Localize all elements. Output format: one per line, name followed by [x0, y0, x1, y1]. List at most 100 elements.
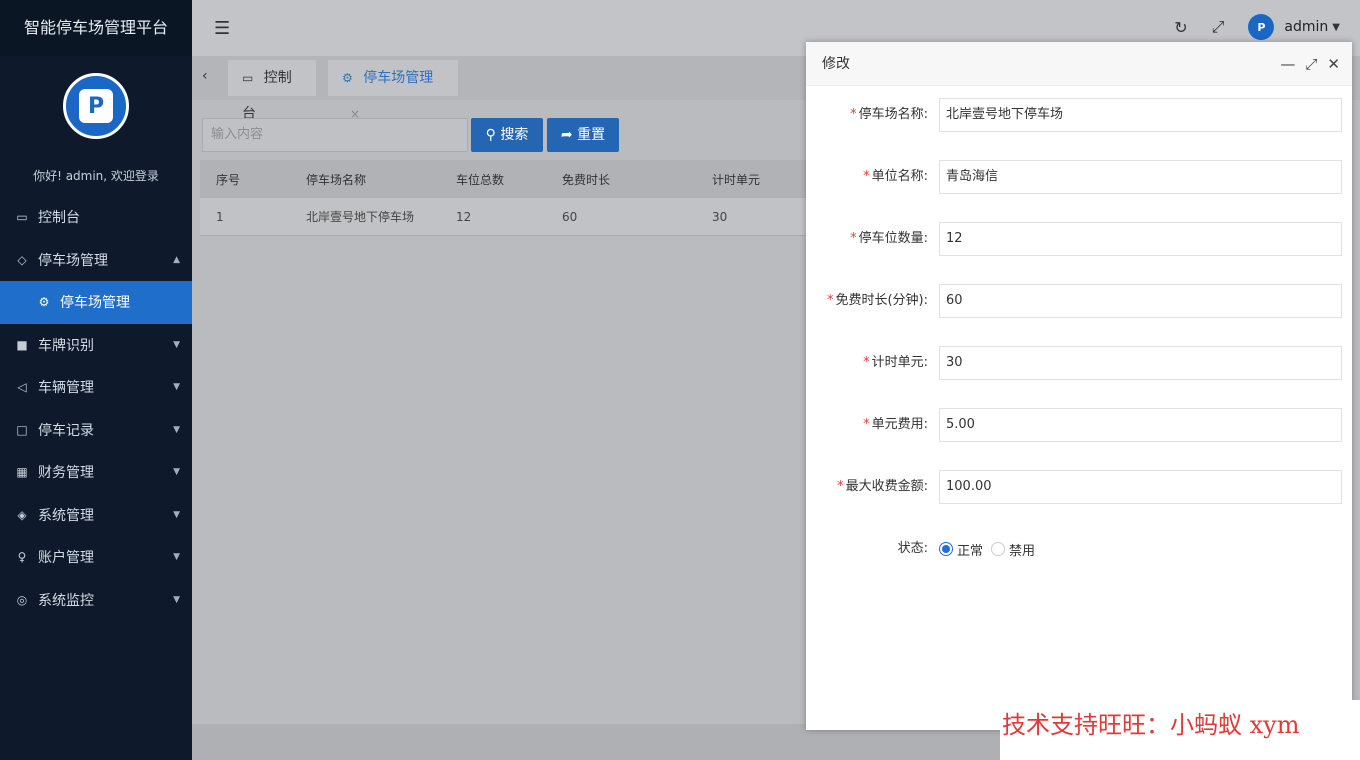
col-header[interactable]: 车位总数 [440, 171, 546, 188]
monitor-cam-icon: ◎ [16, 592, 28, 607]
status-radio-group: 正常 禁用 [939, 532, 1043, 566]
sidebar-item-dashboard[interactable]: ▭ 控制台 [0, 196, 192, 239]
field-label: * 计时单元: [863, 355, 928, 370]
modal-title: 修改 [822, 56, 850, 72]
fullscreen-icon[interactable]: ⤢ [1212, 17, 1225, 37]
topbar-right: ↻ ⤢ P admin ▼ [1174, 14, 1340, 40]
table-header: 序号 停车场名称 车位总数 免费时长 计时单元 [200, 160, 820, 198]
maximize-icon[interactable]: ⤢ [1305, 42, 1317, 86]
unit-fee-field[interactable]: 5.00 [939, 408, 1342, 442]
field-label: * 单元费用: [863, 417, 928, 432]
form-row-status: 状态: 正常 禁用 [806, 532, 1352, 566]
sidebar-item-label: 停车记录 [38, 422, 94, 439]
menu-toggle-icon[interactable]: ☰ [214, 18, 230, 39]
spaces-count-field[interactable]: 12 [939, 222, 1342, 256]
col-header[interactable]: 停车场名称 [290, 171, 440, 188]
col-header[interactable]: 计时单元 [696, 171, 820, 188]
reset-button[interactable]: ➦ 重置 [547, 118, 619, 152]
max-fee-field[interactable]: 100.00 [939, 470, 1342, 504]
edit-modal: 修改 — ⤢ ✕ * 停车场名称: 北岸壹号地下停车场 * 单位名称: 青岛海信 *… [806, 42, 1352, 730]
search-icon: ⚲ [485, 127, 496, 143]
table-row[interactable]: 1 北岸壹号地下停车场 12 60 30 [200, 198, 820, 236]
camera-icon: ■ [16, 337, 28, 352]
sidebar-item-label: 停车场管理 [60, 295, 130, 312]
sidebar-item-label: 财务管理 [38, 465, 94, 482]
table-cell: 12 [456, 209, 472, 224]
chevron-down-icon: ▼ [173, 382, 180, 393]
field-label: * 免费时长(分钟): [826, 293, 928, 308]
sidebar: 智能停车场管理平台 P 你好! admin, 欢迎登录 ▭ 控制台 ◇ 停车场管… [0, 0, 192, 760]
close-icon[interactable]: ✕ [1327, 42, 1340, 86]
form-row-spaces: * 停车位数量: 12 [806, 222, 1352, 256]
table-cell: 1 [216, 209, 224, 224]
sidebar-item-label: 控制台 [38, 210, 80, 227]
watermark-text: 技术支持旺旺：小蚂蚁 xym [1000, 700, 1360, 760]
sidebar-subitem-parking-lot[interactable]: ⚙ 停车场管理 [0, 281, 192, 324]
search-button-label: 搜索 [500, 127, 529, 143]
sidebar-item-label: 系统监控 [38, 592, 94, 609]
free-time-field[interactable]: 60 [939, 284, 1342, 318]
caret-down-icon[interactable]: ▼ [1332, 22, 1340, 33]
sidebar-item-label: 车辆管理 [38, 380, 94, 397]
radio-label[interactable]: 正常 [957, 540, 983, 559]
form-row-unit-fee: * 单元费用: 5.00 [806, 408, 1352, 442]
app-title: 智能停车场管理平台 [0, 0, 192, 56]
sidebar-item-plate-recognition[interactable]: ■ 车牌识别 ▼ [0, 324, 192, 367]
time-unit-field[interactable]: 30 [939, 346, 1342, 380]
sidebar-item-accounts[interactable]: ♀ 账户管理 ▼ [0, 536, 192, 579]
user-avatar[interactable]: P [1248, 14, 1275, 40]
avatar-wrap: P [0, 56, 192, 156]
tab-parking-lot[interactable]: ⚙ 停车场管理 × [328, 60, 458, 121]
sidebar-item-parking-records[interactable]: □ 停车记录 ▼ [0, 409, 192, 452]
modal-controls: — ⤢ ✕ [1270, 42, 1340, 86]
search-input[interactable]: 输入内容 [202, 118, 468, 152]
chevron-up-icon: ▲ [173, 254, 180, 265]
reset-button-label: 重置 [577, 127, 606, 143]
refresh-icon[interactable]: ↻ [1174, 18, 1187, 37]
chevron-left-icon[interactable]: ‹ [202, 68, 208, 84]
col-header[interactable]: 免费时长 [546, 171, 696, 188]
gear-icon: ⚙ [342, 71, 353, 85]
user-icon: ♀ [17, 550, 27, 565]
table-cell: 60 [562, 209, 578, 224]
form-row-time-unit: * 计时单元: 30 [806, 346, 1352, 380]
field-label: * 停车位数量: [850, 231, 928, 246]
field-label: * 停车场名称: [850, 107, 928, 122]
tab-label: 停车场管理 [363, 70, 434, 86]
monitor-icon: ▭ [242, 71, 254, 85]
field-label: * 单位名称: [863, 169, 928, 184]
parking-logo-icon: P [79, 89, 113, 123]
modal-header: 修改 — ⤢ ✕ [806, 42, 1352, 86]
chevron-down-icon: ▼ [173, 339, 180, 350]
chevron-down-icon: ▼ [173, 509, 180, 520]
search-button[interactable]: ⚲ 搜索 [471, 118, 543, 152]
sidebar-item-label: 系统管理 [38, 507, 94, 524]
status-disabled-radio[interactable] [991, 542, 1006, 556]
share-icon: ➦ [560, 127, 573, 143]
table-cell: 30 [712, 209, 728, 224]
file-icon: □ [16, 422, 28, 437]
sidebar-item-vehicles[interactable]: ◁ 车辆管理 ▼ [0, 366, 192, 409]
sidebar-item-finance[interactable]: ▦ 财务管理 ▼ [0, 451, 192, 494]
chevron-down-icon: ▼ [173, 594, 180, 605]
radio-label[interactable]: 禁用 [1009, 540, 1035, 559]
sidebar-item-monitoring[interactable]: ◎ 系统监控 ▼ [0, 579, 192, 622]
col-header[interactable]: 序号 [200, 171, 290, 188]
layers-icon: ◈ [17, 507, 27, 522]
tab-dashboard[interactable]: ▭ 控制台 [228, 60, 316, 122]
chevron-down-icon: ▼ [173, 552, 180, 563]
parking-name-field[interactable]: 北岸壹号地下停车场 [939, 98, 1342, 132]
table-cell: 北岸壹号地下停车场 [306, 210, 415, 224]
sidebar-item-system[interactable]: ◈ 系统管理 ▼ [0, 494, 192, 537]
avatar[interactable]: P [63, 73, 129, 139]
minimize-icon[interactable]: — [1280, 42, 1295, 86]
username[interactable]: admin [1284, 19, 1328, 35]
field-label: 状态: [897, 541, 928, 556]
welcome-text: 你好! admin, 欢迎登录 [33, 169, 159, 183]
form-row-name: * 停车场名称: 北岸壹号地下停车场 [806, 98, 1352, 132]
sidebar-item-parking-lot[interactable]: ◇ 停车场管理 ▲ [0, 239, 192, 282]
company-name-field[interactable]: 青岛海信 [939, 160, 1342, 194]
send-icon: ◁ [17, 380, 27, 395]
status-normal-radio[interactable] [939, 542, 953, 556]
field-label: * 最大收费金额: [837, 479, 928, 494]
